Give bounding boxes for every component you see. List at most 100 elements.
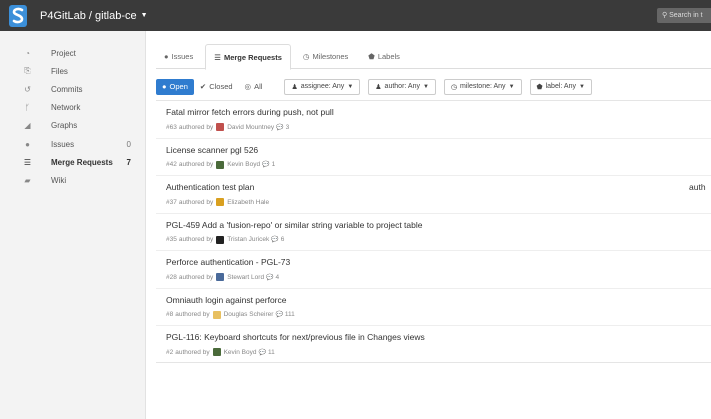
avatar	[216, 160, 225, 169]
sidebar-item-project[interactable]: ◔ Project	[0, 44, 145, 62]
comments-count: 3	[285, 123, 290, 131]
files-icon: ⎘	[24, 66, 31, 76]
milestone-dropdown[interactable]: ◷ milestone: Any ▼	[443, 78, 522, 95]
project-switcher[interactable]: P4GitLab / gitlab-ce ▼	[40, 10, 148, 22]
avatar	[216, 123, 225, 131]
search-input[interactable]: ⚲ Search in t	[657, 8, 711, 23]
merge-request-row: Omniauth login against perforce #8 autho…	[156, 289, 711, 326]
avatar	[212, 310, 221, 319]
caret-down-icon: ▼	[578, 83, 585, 90]
sidebar-item-label: Commits	[51, 84, 83, 94]
tag-icon: ⬟	[368, 52, 375, 61]
author-link[interactable]: David Mountney	[227, 124, 274, 131]
sidebar-item-merge-requests[interactable]: ☰ Merge Requests 7	[0, 153, 145, 171]
comments-count: 1	[271, 161, 276, 168]
sidebar-item-graphs[interactable]: ◢ Graphs	[0, 117, 145, 135]
sidebar-item-label: Graphs	[51, 121, 78, 131]
comments-icon: 💬	[266, 274, 274, 281]
authored-by-text: authored by	[175, 311, 210, 318]
merge-request-number: #42	[166, 161, 177, 168]
sidebar: ◔ Project ⎘ Files ↺ Commits ᚶ Network ◢ …	[0, 31, 146, 419]
comments-icon: 💬	[271, 237, 279, 243]
author-link[interactable]: Elizabeth Hale	[227, 199, 269, 206]
merge-request-title-link[interactable]: License scanner pgl 526	[166, 145, 258, 155]
dropdown-label: milestone: Any	[460, 83, 506, 90]
sidebar-item-files[interactable]: ⎘ Files	[0, 62, 145, 80]
merge-request-meta: #37 authored by Elizabeth Hale	[166, 198, 269, 206]
sidebar-item-label: Issues	[51, 139, 75, 149]
merge-requests-count: 7	[126, 157, 131, 167]
tab-label: Labels	[377, 52, 400, 61]
merge-request-meta: #28 authored by Stewart Lord 💬 4	[166, 273, 279, 281]
tab-issues[interactable]: ● Issues	[156, 44, 201, 69]
sidebar-item-label: Network	[51, 103, 81, 113]
sidebar-item-wiki[interactable]: ▰ Wiki	[0, 171, 145, 189]
assignee-dropdown[interactable]: ♟ assignee: Any ▼	[284, 78, 361, 95]
clock-icon: ◷	[302, 52, 310, 61]
filter-closed-button[interactable]: ✔ Closed	[194, 79, 239, 95]
authored-by-text: authored by	[178, 198, 214, 206]
author-link[interactable]: Kevin Boyd	[227, 161, 260, 168]
merge-request-title-link[interactable]: Perforce authentication - PGL-73	[166, 257, 290, 267]
merge-request-row: Authentication test plan auth #37 author…	[156, 176, 711, 214]
branch-icon: ᚶ	[25, 103, 30, 113]
comments-icon: 💬	[276, 124, 284, 131]
merge-request-number: #2	[166, 348, 174, 356]
avatar	[212, 348, 221, 356]
filter-label: Open	[169, 82, 188, 91]
sidebar-item-label: Project	[51, 48, 76, 58]
dropdown-label: label: Any	[545, 83, 576, 90]
merge-request-row: License scanner pgl 526 #42 authored by …	[156, 139, 711, 176]
sidebar-item-network[interactable]: ᚶ Network	[0, 99, 145, 117]
merge-request-row: PGL-116: Keyboard shortcuts for next/pre…	[156, 326, 711, 364]
user-icon: ♟	[375, 83, 382, 91]
author-link[interactable]: Tristan Juricek	[227, 236, 269, 243]
comments-count: 11	[267, 348, 275, 356]
search-placeholder: Search in t	[669, 12, 703, 19]
book-icon: ▰	[24, 175, 31, 185]
tab-milestones[interactable]: ◷ Milestones	[295, 44, 356, 69]
merge-request-title-link[interactable]: PGL-116: Keyboard shortcuts for next/pre…	[166, 332, 425, 342]
tab-label: Milestones	[312, 52, 349, 61]
merge-request-title-link[interactable]: PGL-459 Add a 'fusion-repo' or similar s…	[166, 220, 423, 230]
avatar	[216, 273, 225, 281]
sidebar-item-label: Merge Requests	[51, 157, 113, 167]
author-link[interactable]: Stewart Lord	[227, 274, 264, 281]
caret-down-icon: ▼	[140, 12, 148, 19]
tab-label: Issues	[171, 52, 194, 61]
authored-by-text: authored by	[175, 348, 210, 356]
merge-request-meta: #42 authored by Kevin Boyd 💬 1	[166, 160, 276, 169]
author-dropdown[interactable]: ♟ author: Any ▼	[368, 78, 436, 95]
check-circle-icon: ✔	[199, 82, 207, 91]
filter-all-button[interactable]: ◎ All	[239, 79, 269, 95]
merge-request-number: #35	[166, 236, 177, 243]
caret-down-icon: ▼	[422, 83, 429, 90]
comments-count: 111	[284, 311, 295, 318]
gitlab-logo-icon[interactable]	[6, 4, 30, 28]
area-chart-icon: ◢	[24, 121, 31, 131]
merge-request-meta: #2 authored by Kevin Boyd 💬 11	[166, 348, 275, 356]
comments-count: 4	[275, 273, 280, 281]
sidebar-item-commits[interactable]: ↺ Commits	[0, 80, 145, 98]
filter-open-button[interactable]: ● Open	[156, 78, 194, 95]
dropdown-label: assignee: Any	[300, 83, 345, 90]
sidebar-item-label: Wiki	[51, 175, 67, 185]
merge-request-title-link[interactable]: Authentication test plan	[166, 182, 254, 192]
project-path: P4GitLab / gitlab-ce	[40, 9, 137, 22]
tab-merge-requests[interactable]: ☰ Merge Requests	[205, 44, 291, 70]
dropdown-label: author: Any	[384, 83, 420, 90]
author-link[interactable]: Kevin Boyd	[224, 349, 257, 356]
avatar	[216, 235, 225, 244]
label-dropdown[interactable]: ⬟ label: Any ▼	[529, 78, 592, 95]
merge-request-title-link[interactable]: Omniauth login against perforce	[166, 295, 287, 305]
filter-label: All	[254, 82, 263, 91]
sidebar-item-issues[interactable]: ● Issues 0	[0, 135, 145, 153]
tab-labels[interactable]: ⬟ Labels	[360, 44, 408, 69]
merge-request-row: Fatal mirror fetch errors during push, n…	[156, 101, 711, 139]
author-link[interactable]: Douglas Scheirer	[224, 311, 274, 318]
authored-by-text: authored by	[178, 123, 214, 131]
merge-request-title-link[interactable]: Fatal mirror fetch errors during push, n…	[166, 107, 334, 117]
exclamation-circle-icon: ●	[25, 139, 30, 149]
merge-request-row: Perforce authentication - PGL-73 #28 aut…	[156, 251, 711, 289]
exclamation-circle-icon: ●	[164, 52, 169, 61]
